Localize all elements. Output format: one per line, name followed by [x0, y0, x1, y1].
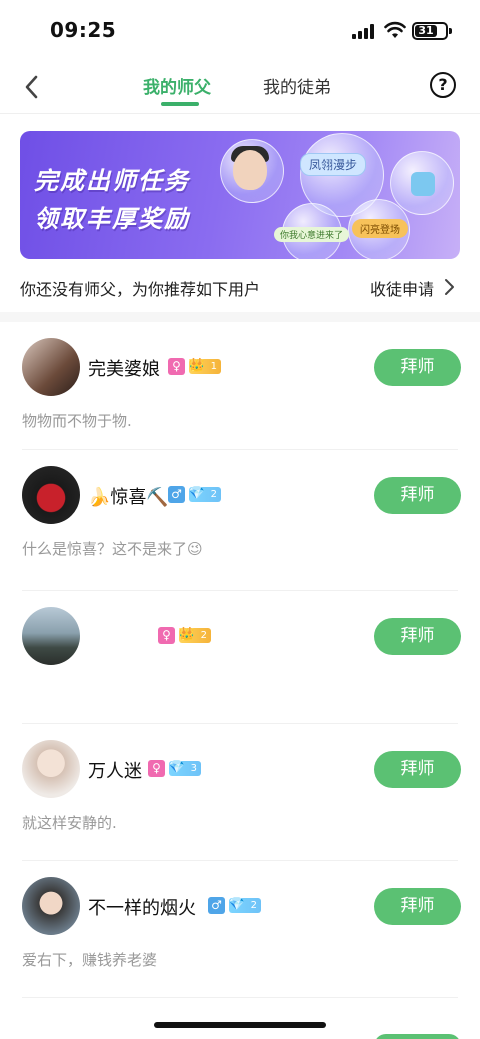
male-icon: ♂	[168, 486, 185, 503]
status-bar: 09:25 31	[0, 0, 480, 62]
back-icon[interactable]	[18, 72, 48, 102]
recommend-text: 你还没有师父，为你推荐如下用户	[20, 280, 261, 299]
user-card[interactable]: ♀ 👑 2 拜师	[0, 591, 480, 724]
wifi-icon	[384, 21, 406, 38]
nav-bar: 我的师父 我的徒弟 ?	[0, 62, 480, 114]
level-badge: 💎 2	[188, 486, 221, 502]
diamond-icon: 💎	[228, 897, 246, 912]
female-icon: ♀	[158, 627, 175, 644]
apprentice-request-link[interactable]: 收徒申请	[370, 276, 434, 300]
user-card[interactable]: 🍌惊喜⛏️ ♂ 💎 2 拜师 什么是惊喜？这不是来了😉	[0, 450, 480, 591]
become-apprentice-button[interactable]: 拜师	[374, 349, 461, 386]
become-apprentice-button[interactable]: 拜师	[374, 888, 461, 925]
level-badge: 👑 1	[188, 358, 221, 374]
become-apprentice-button[interactable]: 拜师	[374, 751, 461, 788]
female-icon: ♀	[168, 358, 185, 375]
battery-level: 31	[415, 25, 437, 37]
home-indicator	[154, 1022, 326, 1028]
chevron-right-icon[interactable]	[442, 278, 456, 296]
signal-icon	[352, 24, 376, 39]
user-name: 完美婆娘	[88, 359, 160, 380]
banner-line1: 完成出师任务	[34, 167, 190, 195]
level-badge: 👑 2	[178, 627, 211, 643]
bubble-tag: 凤翎漫步	[300, 153, 367, 176]
user-bio: 就这样安静的.	[22, 814, 117, 832]
user-bio: 爱右下，赚钱养老婆	[22, 951, 158, 969]
user-bio: 什么是惊喜？这不是来了😉	[22, 540, 203, 558]
become-apprentice-button[interactable]	[374, 1034, 461, 1039]
level-badge: 💎 3	[168, 760, 201, 776]
user-bio: 物物而不物于物.	[22, 412, 132, 430]
user-card[interactable]: 不一样的烟火 ♂ 💎 2 拜师 爱右下，赚钱养老婆	[0, 861, 480, 998]
user-card[interactable]: 完美婆娘 ♀ 👑 1 拜师 物物而不物于物.	[0, 322, 480, 450]
user-card-partial[interactable]	[0, 998, 480, 1039]
male-icon: ♂	[208, 897, 225, 914]
diamond-icon: 💎	[168, 760, 186, 775]
bubble	[390, 151, 454, 215]
crown-icon: 👑	[178, 627, 196, 642]
avatar[interactable]	[22, 877, 80, 935]
become-apprentice-button[interactable]: 拜师	[374, 477, 461, 514]
tab-my-apprentice[interactable]: 我的徒弟	[263, 73, 331, 98]
user-name: 不一样的烟火	[88, 898, 196, 919]
status-time: 09:25	[50, 18, 117, 42]
avatar[interactable]	[22, 607, 80, 665]
avatar[interactable]	[22, 466, 80, 524]
user-name: 🍌惊喜⛏️	[88, 487, 169, 508]
avatar-bubble	[220, 139, 284, 203]
diamond-icon: 💎	[188, 486, 206, 501]
user-name: 万人迷	[88, 761, 142, 782]
tab-my-master[interactable]: 我的师父	[143, 73, 211, 98]
female-icon: ♀	[148, 760, 165, 777]
header-section: 完成出师任务 领取丰厚奖励 凤翎漫步 闪亮登场 你我心意进来了 你还没有师父，为…	[0, 114, 480, 312]
banner-line2: 领取丰厚奖励	[34, 205, 190, 233]
promo-banner[interactable]: 完成出师任务 领取丰厚奖励 凤翎漫步 闪亮登场 你我心意进来了	[20, 131, 460, 259]
level-badge: 💎 2	[228, 897, 261, 913]
avatar[interactable]	[22, 740, 80, 798]
become-apprentice-button[interactable]: 拜师	[374, 618, 461, 655]
battery-icon: 31	[412, 22, 452, 40]
crown-icon: 👑	[188, 358, 206, 373]
bubble-tag: 闪亮登场	[352, 219, 408, 238]
avatar[interactable]	[22, 338, 80, 396]
bubble-tag: 你我心意进来了	[274, 227, 350, 242]
mascot-icon	[411, 172, 435, 196]
help-icon[interactable]: ?	[430, 72, 456, 98]
tab-active-indicator	[161, 102, 199, 106]
user-card[interactable]: 万人迷 ♀ 💎 3 拜师 就这样安静的.	[0, 724, 480, 861]
